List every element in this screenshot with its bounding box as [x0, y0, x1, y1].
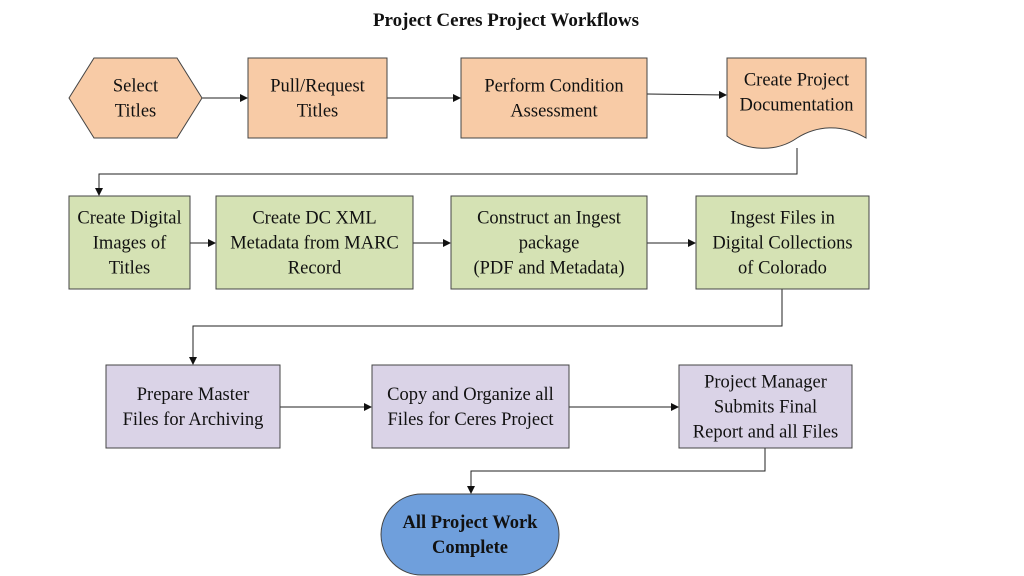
node-ingest: Ingest Files in Digital Collections of Col… [695, 195, 870, 290]
node-label: Documentation [739, 96, 853, 116]
node-label: Perform Condition [484, 77, 623, 97]
node-label: Submits Final [714, 398, 817, 418]
hexagon-shape [68, 57, 203, 139]
node-label: Project Manager [704, 373, 827, 393]
workflow-diagram: Project Ceres Project Workflows Select Ti… [68, 10, 870, 576]
node-label: Files for Archiving [123, 410, 264, 430]
node-metadata: Create DC XML Metadata from MARC Record [215, 195, 414, 290]
node-master: Prepare Master Files for Archiving [105, 364, 281, 449]
node-docs: Create Project Documentation [726, 57, 867, 149]
node-label: package [519, 234, 580, 254]
node-label: Assessment [510, 102, 598, 122]
node-label: Titles [297, 102, 338, 122]
node-label: Titles [115, 102, 156, 122]
node-label: Complete [432, 538, 508, 558]
arrow-assess-docs [646, 90, 727, 99]
process-shape [247, 57, 388, 139]
node-copy: Copy and Organize all Files for Ceres Pro… [371, 364, 570, 449]
node-label: Titles [109, 259, 150, 279]
node-complete: All Project Work Complete [380, 493, 560, 576]
process-shape [105, 364, 281, 449]
node-label: Digital Collections [712, 234, 852, 254]
node-label: Metadata from MARC [230, 234, 399, 254]
node-package: Construct an Ingest package (PDF and Metad… [450, 195, 648, 290]
node-label: All Project Work [403, 513, 539, 533]
node-pull: Pull/Request Titles [247, 57, 388, 139]
node-label: Record [288, 259, 342, 279]
node-label: Prepare Master [137, 385, 250, 405]
diagram-title: Project Ceres Project Workflows [373, 10, 639, 31]
node-label: Files for Ceres Project [388, 410, 555, 430]
node-images: Create Digital Images of Titles [68, 195, 191, 290]
node-label: Images of [93, 234, 167, 254]
node-label: Ingest Files in [730, 209, 835, 229]
node-label: Create DC XML [252, 209, 376, 229]
node-label: Create Project [744, 71, 850, 91]
arrow-report-complete [467, 448, 766, 494]
node-label: Create Digital [77, 209, 181, 229]
node-label: of Colorado [738, 259, 827, 279]
arrow-docs-images [95, 148, 798, 196]
arrow-ingest-master [189, 289, 783, 365]
node-label: Construct an Ingest [477, 209, 622, 229]
node-select: Select Titles [68, 57, 203, 139]
terminator-shape [380, 493, 560, 576]
node-report: Project Manager Submits Final Report and a… [678, 364, 853, 449]
node-label: Pull/Request [270, 77, 365, 97]
node-label: (PDF and Metadata) [473, 259, 624, 279]
node-assess: Perform Condition Assessment [460, 57, 648, 139]
process-shape [460, 57, 648, 139]
node-label: Report and all Files [693, 423, 838, 443]
node-label: Select [113, 77, 159, 97]
process-shape [371, 364, 570, 449]
node-label: Copy and Organize all [387, 385, 554, 405]
